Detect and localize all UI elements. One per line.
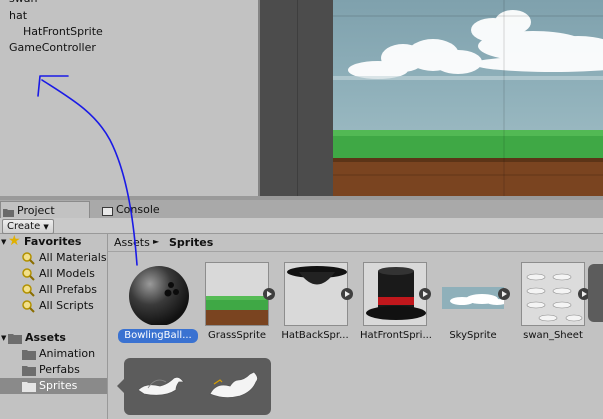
annotation-arrow <box>37 75 138 266</box>
